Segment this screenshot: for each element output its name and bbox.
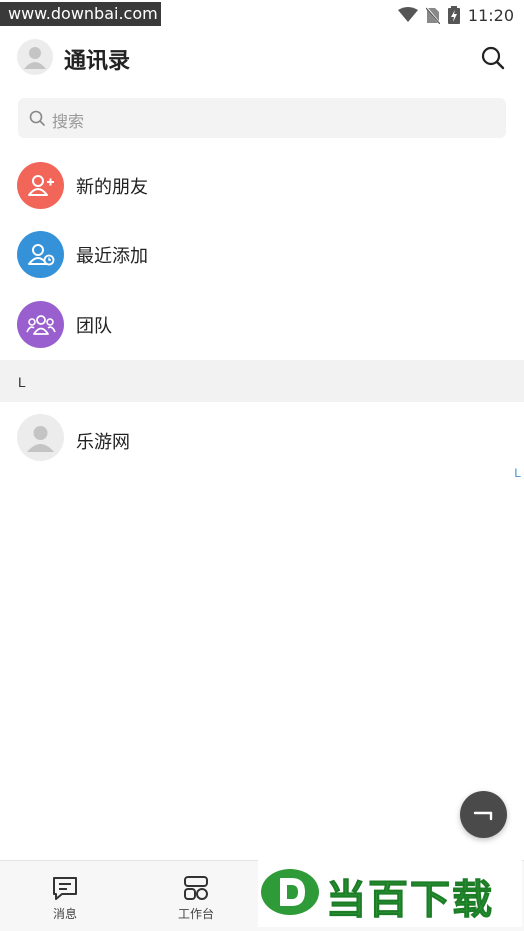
battery-charging-icon [447, 6, 460, 24]
add-user-icon [27, 174, 54, 196]
tab-label: 消息 [52, 907, 77, 921]
floating-action-button[interactable] [460, 791, 507, 838]
section-letter: L [18, 374, 26, 390]
avatar[interactable] [17, 39, 53, 75]
index-bar-letter[interactable]: L [514, 466, 521, 480]
contact-avatar [17, 414, 64, 461]
recent-user-icon [27, 243, 54, 265]
contact-item[interactable]: 乐游网 [0, 408, 524, 468]
entry-label: 最近添加 [76, 246, 148, 266]
tab-label: 工作台 [177, 907, 214, 921]
status-bar: www.downbai.com 11:20 [0, 0, 524, 30]
tab-messages[interactable]: 消息 [10, 861, 120, 931]
entry-recently-added[interactable]: 最近添加 [0, 224, 524, 284]
search-input[interactable]: 搜索 [18, 98, 506, 138]
entry-team[interactable]: 团队 [0, 294, 524, 354]
no-sim-icon [425, 6, 440, 24]
page-title: 通讯录 [64, 48, 131, 73]
status-icons: 11:20 [397, 5, 514, 25]
entry-label: 新的朋友 [76, 177, 148, 197]
clock: 11:20 [467, 5, 514, 25]
header: 通讯录 [0, 36, 524, 80]
entry-new-friends[interactable]: 新的朋友 [0, 155, 524, 215]
section-header: L [0, 360, 524, 402]
tab-workbench[interactable]: 工作台 [141, 861, 251, 931]
default-avatar-icon [24, 47, 46, 69]
search-input-icon [29, 110, 45, 126]
watermark-banner: 当百下载 [258, 859, 522, 927]
banner-logo-icon [261, 869, 319, 915]
watermark: www.downbai.com [0, 2, 161, 26]
default-avatar-icon [27, 426, 54, 452]
arrow-icon [473, 811, 492, 820]
contact-name: 乐游网 [76, 432, 130, 452]
entry-icon-circle [17, 231, 64, 278]
entry-label: 团队 [76, 316, 112, 336]
workbench-icon [184, 876, 208, 900]
entry-icon-circle [17, 162, 64, 209]
team-icon [25, 314, 56, 335]
search-placeholder: 搜索 [52, 114, 85, 131]
entry-icon-circle [17, 301, 64, 348]
banner-text: 当百下载 [326, 877, 494, 924]
message-icon [53, 877, 77, 900]
search-icon[interactable] [480, 45, 506, 71]
wifi-icon [397, 7, 418, 22]
